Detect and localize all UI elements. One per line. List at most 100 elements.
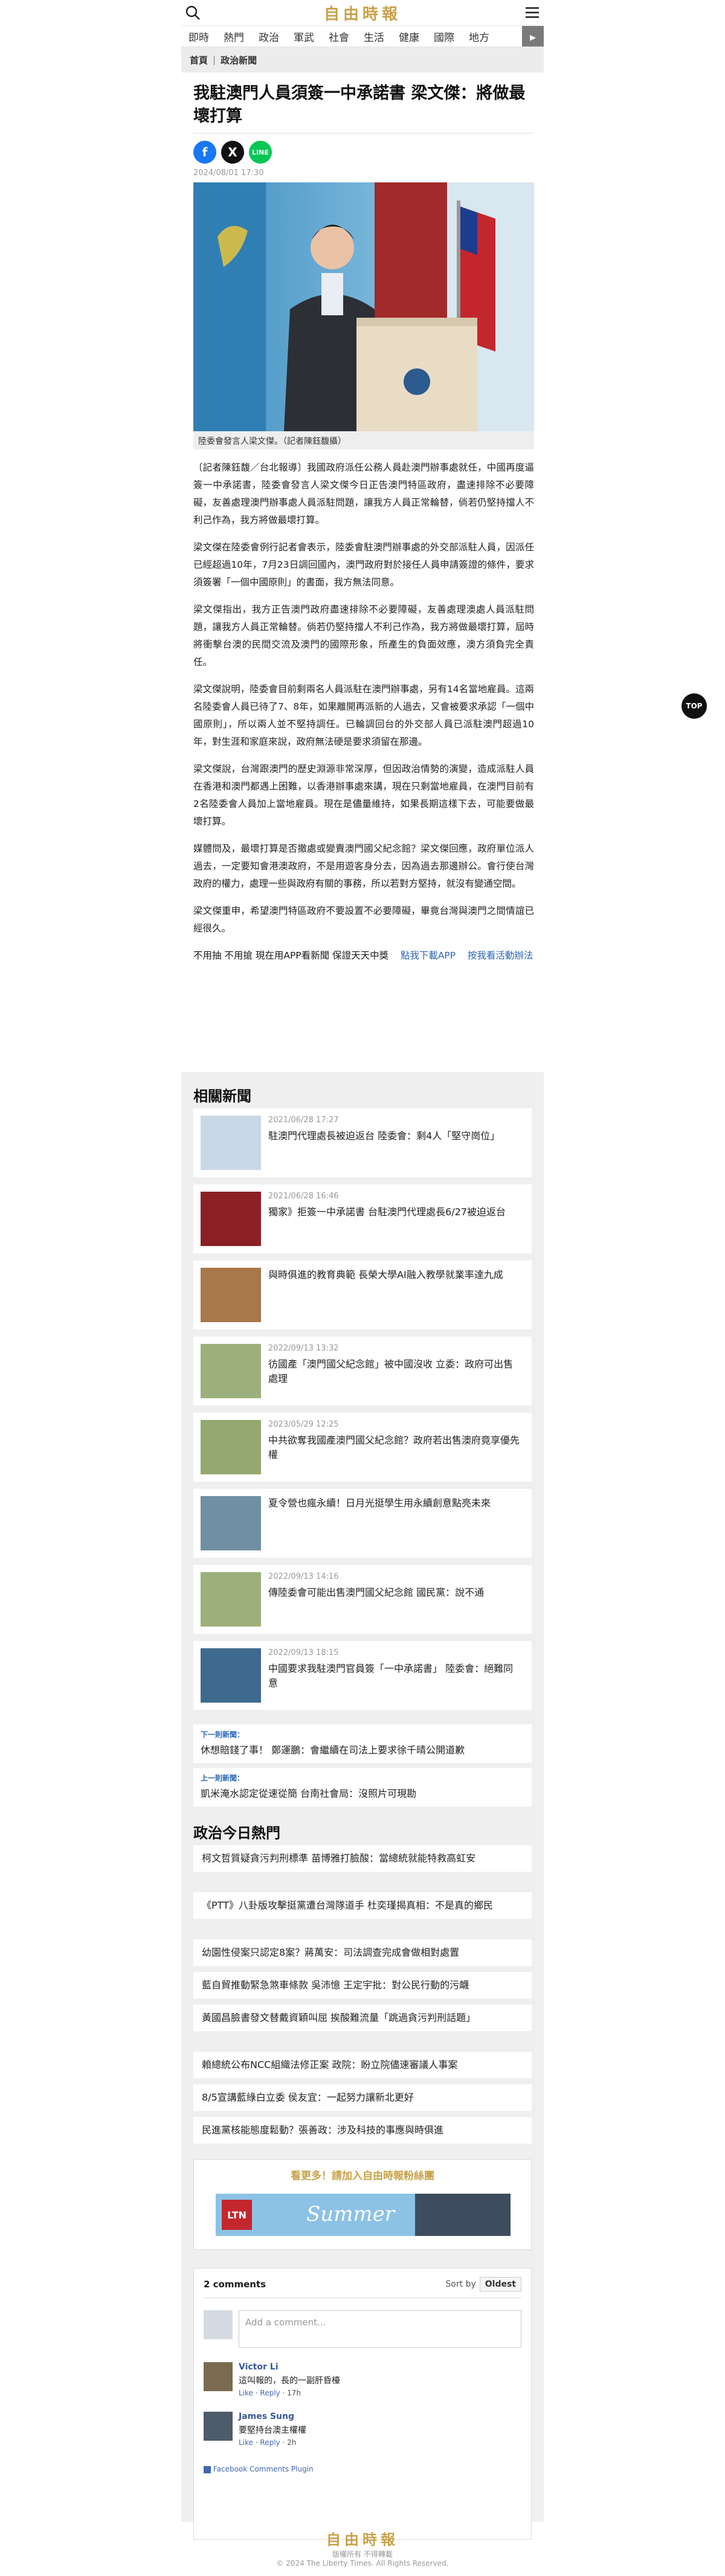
article-paragraph: 梁文傑說明，陸委會目前剩兩名人員派駐在澳門辦事處，另有14名當地雇員。這兩名陸委… — [193, 684, 534, 747]
photo-caption: 陸委會發言人梁文傑。（記者陳鈺馥攝） — [193, 431, 534, 449]
comment-meta: Like · Reply · 17h — [239, 2389, 301, 2397]
article-paragraph: 媒體問及，最壞打算是否撤處或變賣澳門國父紀念館？梁文傑回應，政府單位派人過去，一… — [193, 843, 534, 889]
category-nav: 即時 熱門 政治 軍武 社會 生活 健康 國際 地方 ▸ — [181, 25, 544, 47]
ad-banner-text: Summer — [306, 2202, 395, 2226]
previous-article[interactable]: 上一則新聞： 凱米淹水認定從速從簡 台南社會局：沒照片可現勘 — [193, 1768, 532, 1807]
facebook-comments-plugin-link[interactable]: Facebook Comments Plugin — [204, 2465, 521, 2473]
search-icon[interactable] — [185, 5, 201, 21]
article: 我駐澳門人員須簽一中承諾書 梁文傑：將做最壞打算 f X LINE 2024/0… — [193, 72, 534, 965]
avatar[interactable] — [204, 2412, 233, 2441]
footer-copyright-en: © 2024 The Liberty Times. All Rights Res… — [276, 2559, 449, 2568]
related-item[interactable]: 2022/09/13 14:16 傳陸委會可能出售澳門國父紀念館 國民黨：說不通 — [193, 1565, 532, 1634]
nav-item[interactable]: 地方 — [462, 29, 497, 44]
sort-label: Sort by — [445, 2279, 476, 2289]
app-promo-text: 不用抽 不用搶 現在用APP看新聞 保證天天中獎 — [193, 950, 389, 961]
hot-item[interactable]: 黃國昌臉書發文替戴資穎叫屈 挨酸難流量「跳過貪污判刑話題」 — [193, 2005, 532, 2031]
comment-text: 要堅持台澳主權權 — [239, 2426, 306, 2435]
next-label: 下一則新聞： — [201, 1730, 245, 1739]
related-title-text: 傳陸委會可能出售澳門國父紀念館 國民黨：說不通 — [268, 1587, 485, 1598]
menu-icon[interactable] — [524, 5, 540, 21]
facebook-icon — [204, 2465, 211, 2473]
footer-copyright-zh: 版權所有 不得轉載 — [332, 2550, 393, 2558]
comment: Victor Li 這叫報的，長的一副肝昏檯 Like · Reply · 17… — [204, 2362, 521, 2397]
back-to-top-button[interactable]: TOP — [682, 693, 707, 719]
nav-item[interactable]: 軍武 — [286, 29, 321, 44]
like-link[interactable]: Like — [239, 2438, 253, 2447]
hot-item[interactable]: 民進黨核能態度鬆動？張善政：涉及科技的事應與時俱進 — [193, 2117, 532, 2144]
next-article[interactable]: 下一則新聞： 休想賠錢了事！ 鄭運鵬：會繼續在司法上要求徐千晴公開道歉 — [193, 1724, 532, 1763]
article-paragraph: 梁文傑重申，希望澳門特區政府不要設置不必要障礙，畢竟台灣與澳門之間情誼已經很久。 — [193, 905, 534, 934]
related-item[interactable]: 與時俱進的教育典範 長榮大學AI融入教學就業率達九成 — [193, 1261, 532, 1329]
related-item[interactable]: 2021/06/28 17:27 駐澳門代理處長被迫返台 陸委會：剩4人「堅守崗… — [193, 1108, 532, 1177]
breadcrumb-home[interactable]: 首頁 — [190, 54, 208, 66]
next-title: 休想賠錢了事！ 鄭運鵬：會繼續在司法上要求徐千晴公開道歉 — [201, 1744, 465, 1756]
article-paragraph: 梁文傑在陸委會例行記者會表示，陸委會駐澳門辦事處的外交部派駐人員，因派任已經超過… — [193, 542, 534, 588]
footer: 自由時報 版權所有 不得轉載 © 2024 The Liberty Times.… — [181, 2528, 544, 2568]
article-paragraph: 梁文傑說，台灣跟澳門的歷史淵源非常深厚，但因政治情勢的演變，造成派駐人員在香港和… — [193, 763, 534, 827]
app-download-link[interactable]: 點我下載APP — [401, 950, 456, 961]
previous-label: 上一則新聞： — [201, 1774, 245, 1782]
comment-author[interactable]: James Sung — [239, 2412, 306, 2421]
hot-title: 政治今日熱門 — [181, 1821, 284, 1847]
related-date: 2021/06/28 17:27 — [268, 1116, 339, 1125]
nav-item[interactable]: 健康 — [392, 29, 427, 44]
nav-scroll-right-icon[interactable]: ▸ — [522, 26, 544, 47]
related-date: 2023/05/29 12:25 — [268, 1420, 339, 1429]
related-item[interactable]: 2022/09/13 18:15 中國要求我駐澳門官員簽「一中承諾書」 陸委會：… — [193, 1641, 532, 1710]
related-title: 相關新聞 — [181, 1084, 284, 1110]
nav-item[interactable]: 政治 — [251, 29, 286, 44]
comments-count: 2 comments — [204, 2279, 266, 2290]
comment-age: 2h — [287, 2438, 297, 2447]
related-thumbnail — [201, 1648, 261, 1703]
related-thumbnail — [201, 1192, 261, 1246]
app-rules-link[interactable]: 按我看活動辦法 — [468, 950, 533, 961]
related-item[interactable]: 2021/06/28 16:46 獨家》拒簽一中承諾書 台駐澳門代理處長6/27… — [193, 1184, 532, 1253]
app-promo: 不用抽 不用搶 現在用APP看新聞 保證天天中獎 點我下載APP 按我看活動辦法 — [193, 947, 534, 965]
article-date: 2024/08/01 17:30 — [193, 169, 264, 178]
hot-item[interactable]: 8/5宣講藍綠白立委 侯友宜：一起努力讓新北更好 — [193, 2084, 532, 2111]
comment-age: 17h — [287, 2389, 301, 2397]
comment-author[interactable]: Victor Li — [239, 2362, 340, 2372]
sort-select[interactable]: Oldest — [479, 2277, 521, 2292]
avatar — [204, 2310, 233, 2339]
page: 自由時報 即時 熱門 政治 軍武 社會 生活 健康 國際 地方 ▸ 首頁 | 政… — [0, 0, 725, 2576]
nav-item[interactable]: 生活 — [356, 29, 392, 44]
related-item[interactable]: 夏令營也瘋永續！日月光挺學生用永續創意點亮未來 — [193, 1489, 532, 1558]
hot-item[interactable]: 《PTT》八卦版攻擊挺黨遭台灣隊道手 杜奕瑾揭真相：不是真的鄉民 — [193, 1892, 532, 1919]
comment-input[interactable]: Add a comment... — [239, 2310, 521, 2348]
reply-link[interactable]: Reply — [260, 2389, 280, 2397]
x-share-icon[interactable]: X — [221, 141, 244, 164]
breadcrumb-separator: | — [213, 54, 216, 65]
ad-banner[interactable]: LTN Summer — [216, 2194, 511, 2236]
nav-item[interactable]: 即時 — [181, 29, 216, 44]
related-title-text: 駐澳門代理處長被迫返台 陸委會：剩4人「堅守崗位」 — [268, 1130, 500, 1142]
fan-page-promo[interactable]: 看更多！請加入自由時報粉絲團 — [194, 2167, 531, 2182]
related-title-text: 彷國產「澳門國父紀念館」被中國沒收 立委：政府可出售處理 — [268, 1358, 514, 1384]
hot-item[interactable]: 賴總統公布NCC組織法修正案 政院：盼立院儘速審議人事案 — [193, 2052, 532, 2078]
related-thumbnail — [201, 1572, 261, 1627]
line-share-icon[interactable]: LINE — [249, 141, 272, 164]
related-item[interactable]: 2023/05/29 12:25 中共欲奪我國產澳門國父紀念館？政府若出售澳府竟… — [193, 1413, 532, 1482]
related-item[interactable]: 2022/09/13 13:32 彷國產「澳門國父紀念館」被中國沒收 立委：政府… — [193, 1337, 532, 1405]
hot-item[interactable]: 幼園性侵案只認定8案？蔣萬安：司法調查完成會做相對處置 — [193, 1939, 532, 1966]
article-title: 我駐澳門人員須簽一中承諾書 梁文傑：將做最壞打算 — [193, 84, 526, 126]
hot-item[interactable]: 藍自貿推動緊急煞車條款 吳沛憶 王定宇批：對公民行動的污衊 — [193, 1972, 532, 1999]
nav-item[interactable]: 社會 — [321, 29, 356, 44]
hot-item[interactable]: 柯文哲質疑貪污判刑標準 苗博雅打臉酸：當總統就能特救高虹安 — [193, 1845, 532, 1872]
related-date: 2021/06/28 16:46 — [268, 1192, 339, 1201]
top-bar: 自由時報 — [181, 0, 544, 25]
related-thumbnail — [201, 1344, 261, 1398]
like-link[interactable]: Like — [239, 2389, 253, 2397]
site-logo[interactable]: 自由時報 — [324, 2, 401, 24]
comment-meta: Like · Reply · 2h — [239, 2438, 297, 2447]
footer-logo[interactable]: 自由時報 — [181, 2528, 544, 2549]
nav-item[interactable]: 熱門 — [216, 29, 251, 44]
avatar[interactable] — [204, 2362, 233, 2391]
comments-header: 2 comments Sort by Oldest — [204, 2277, 521, 2298]
reply-link[interactable]: Reply — [260, 2438, 280, 2447]
nav-item[interactable]: 國際 — [427, 29, 462, 44]
related-thumbnail — [201, 1268, 261, 1322]
breadcrumb-section[interactable]: 政治新聞 — [221, 54, 257, 66]
related-thumbnail — [201, 1116, 261, 1170]
facebook-share-icon[interactable]: f — [193, 141, 216, 164]
